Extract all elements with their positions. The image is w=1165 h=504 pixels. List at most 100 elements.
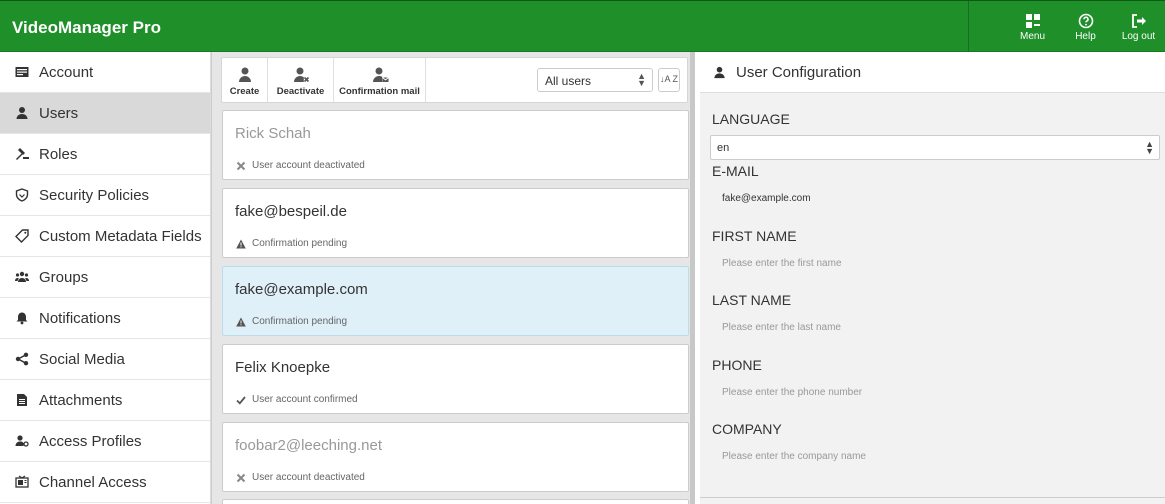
config-header: User Configuration [700,52,1165,93]
sidebar-item-label: Attachments [39,391,123,409]
sidebar-item-security-policies[interactable]: Security Policies [0,175,210,216]
language-label: LANGUAGE [712,111,790,127]
top-bar: VideoManager Pro Menu Help Log out [0,0,1165,53]
user-card-status: User account deactivated [236,160,365,171]
user-card-partial[interactable] [222,499,689,504]
company-field[interactable]: Please enter the company name [722,451,866,462]
user-card-title: Rick Schah [235,125,311,142]
sidebar-item-label: Groups [39,268,89,286]
sidebar-item-custom-metadata-fields[interactable]: Custom Metadata Fields [0,216,210,257]
email-value[interactable]: fake@example.com [722,193,811,204]
grid-menu-icon [1025,13,1040,28]
sidebar-item-channel-access[interactable]: Channel Access [0,462,210,503]
sidebar-item-groups[interactable]: Groups [0,257,210,298]
top-nav: Menu Help Log out [1006,1,1165,53]
create-label: Create [229,86,260,97]
first-name-label: FIRST NAME [712,228,797,244]
language-select[interactable]: en ▲ ▼ [710,135,1160,160]
sidebar: Account Users Roles Security Policies Cu… [0,52,211,504]
user-deactivate-icon [293,67,309,83]
sidebar-item-label: Access Profiles [39,432,142,450]
select-arrows-icon: ▲ ▼ [1145,139,1154,156]
help-button[interactable]: Help [1059,1,1112,53]
help-circle-icon [1078,13,1093,28]
sidebar-item-label: Channel Access [39,473,147,491]
channel-icon [15,475,29,489]
email-label: E-MAIL [712,163,759,179]
user-card-status-text: Confirmation pending [252,316,348,327]
create-button[interactable]: Create [222,58,268,102]
logout-label: Log out [1121,30,1156,42]
user-icon [714,66,725,78]
cross-icon [236,473,246,482]
user-card-status: User account confirmed [236,394,358,405]
logout-button[interactable]: Log out [1112,1,1165,53]
confirmation-mail-button[interactable]: Confirmation mail [334,58,426,102]
last-name-label: LAST NAME [712,292,792,308]
sidebar-item-notifications[interactable]: Notifications [0,298,210,339]
gavel-icon [15,147,29,161]
company-label: COMPANY [712,421,782,437]
warning-icon [236,239,246,248]
user-configuration-panel: User Configuration LANGUAGE en ▲ ▼ E-MAIL… [700,52,1165,504]
phone-field[interactable]: Please enter the phone number [722,387,862,398]
confirmation-mail-label: Confirmation mail [339,86,420,97]
sidebar-item-social-media[interactable]: Social Media [0,339,210,380]
logout-icon [1131,13,1146,28]
user-filter-select[interactable]: All users ▲ ▼ [537,68,653,92]
user-card[interactable]: fake@bespeil.de Confirmation pending [222,188,689,258]
users-group-icon [15,270,29,284]
sidebar-item-access-profiles[interactable]: Access Profiles [0,421,210,462]
sidebar-item-roles[interactable]: Roles [0,134,210,175]
sidebar-item-label: Social Media [39,350,125,368]
first-name-field[interactable]: Please enter the first name [722,258,842,269]
user-card-title: fake@example.com [235,281,368,298]
sidebar-item-users[interactable]: Users [0,93,210,134]
user-card-status: Confirmation pending [236,238,347,249]
deactivate-button[interactable]: Deactivate [268,58,334,102]
user-card[interactable]: foobar2@leeching.net User account deacti… [222,422,689,492]
user-key-icon [15,434,29,448]
user-card-status-text: User account deactivated [252,160,365,171]
app-title[interactable]: VideoManager Pro [12,18,161,38]
user-card-title: Felix Knoepke [235,359,331,376]
topbar-divider [968,1,969,53]
bell-icon [15,311,29,325]
warning-icon [236,317,246,326]
user-card-status-text: User account deactivated [252,472,365,483]
sidebar-item-label: Notifications [39,309,121,327]
language-value: en [717,142,730,154]
sidebar-item-account[interactable]: Account [0,52,210,93]
menu-label: Menu [1019,30,1045,42]
sidebar-item-label: Roles [39,145,78,163]
user-list-panel: Create Deactivate Confirmation mail All … [211,52,695,504]
phone-label: PHONE [712,357,762,373]
sort-button[interactable]: ↓A Z [658,68,680,92]
config-title: User Configuration [736,63,862,81]
user-card[interactable]: fake@example.com Confirmation pending [222,266,689,336]
user-card[interactable]: Rick Schah User account deactivated [222,110,689,180]
deactivate-label: Deactivate [276,86,325,97]
user-toolbar: Create Deactivate Confirmation mail All … [221,57,688,103]
shield-icon [15,188,29,202]
account-card-icon [15,65,29,79]
user-card-status: Confirmation pending [236,316,347,327]
tag-icon [15,229,29,243]
user-icon [15,106,29,120]
last-name-field[interactable]: Please enter the last name [722,322,841,333]
user-filter-value: All users [545,74,592,88]
panel-divider [700,497,1165,498]
cross-icon [236,161,246,170]
user-card[interactable]: Felix Knoepke User account confirmed [222,344,689,414]
user-add-icon [238,67,251,82]
sidebar-item-label: Users [39,104,79,122]
user-card-title: fake@bespeil.de [235,203,347,220]
menu-button[interactable]: Menu [1006,1,1059,53]
help-label: Help [1075,30,1096,42]
app-window: VideoManager Pro Menu Help Log out Accou… [0,0,1165,504]
sidebar-item-attachments[interactable]: Attachments [0,380,210,421]
share-icon [15,352,29,366]
check-icon [236,395,246,405]
user-card-title: foobar2@leeching.net [235,437,382,454]
file-icon [15,393,29,407]
